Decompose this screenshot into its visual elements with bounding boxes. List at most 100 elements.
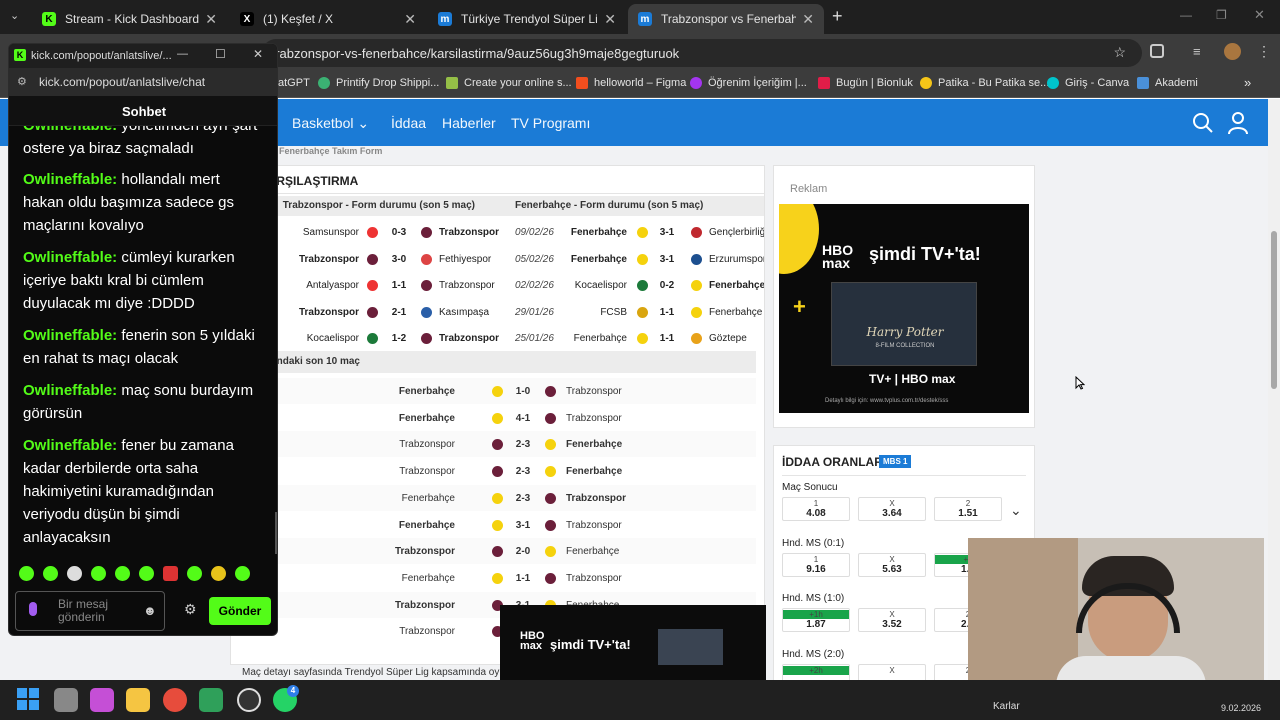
h2h-row[interactable]: /24Trabzonspor2-3Fenerbahçe: [231, 458, 756, 484]
tab-kick-dashboard[interactable]: K Stream - Kick Dashboard ✕: [32, 4, 227, 34]
address-bar[interactable]: /trabzonspor-vs-fenerbahce/karsilastirma…: [262, 39, 1142, 67]
form-row[interactable]: /26Kocaelispor1-2Trabzonspor25/01/26Fene…: [231, 325, 764, 351]
bookmark-shopify[interactable]: Create your online s...: [446, 77, 572, 89]
emote-icon[interactable]: [211, 566, 226, 581]
chrome-icon[interactable]: [163, 688, 187, 712]
start-windows-icon[interactable]: [17, 688, 41, 712]
popout-close-button[interactable]: ✕: [253, 47, 263, 61]
tab-trabzonspor-vs-fenerbahce[interactable]: m Trabzonspor vs Fenerbahçe, Tak ✕: [628, 4, 824, 34]
chat-username[interactable]: Owlineffable:: [23, 437, 117, 454]
microphone-icon[interactable]: [29, 602, 37, 616]
person-body: [1056, 656, 1206, 680]
store-icon[interactable]: [199, 688, 223, 712]
floating-hbo-logo: HBO max: [520, 630, 545, 652]
bookmark-canva[interactable]: Giriş - Canva: [1047, 77, 1129, 89]
h2h-row[interactable]: /23Fenerbahçe2-3Trabzonspor: [231, 484, 756, 511]
bookmark-patika[interactable]: Patika - Bu Patika se...: [920, 77, 1049, 89]
bookmark-printify[interactable]: Printify Drop Shippi...: [318, 77, 439, 89]
chat-scrollbar[interactable]: [275, 512, 277, 554]
h2h-row[interactable]: /22Trabzonspor2-0Fenerbahçe: [231, 538, 756, 565]
task-view-icon[interactable]: [54, 688, 78, 712]
tab-search-icon[interactable]: ⌄: [10, 9, 19, 22]
odds-button[interactable]: X 3.52: [858, 608, 926, 632]
site-settings-icon[interactable]: ⚙: [17, 75, 27, 88]
team-logo-icon: [545, 412, 556, 424]
chat-settings-icon[interactable]: ⚙: [184, 601, 197, 618]
menu-icon[interactable]: ⋮: [1257, 43, 1271, 60]
bookmark-ogrenim[interactable]: Öğrenim İçeriğim |...: [690, 77, 807, 89]
tab-x-explore[interactable]: X (1) Keşfet / X ✕: [230, 4, 426, 34]
bookmark-akademi[interactable]: Akademi: [1137, 77, 1198, 89]
odds-button[interactable]: X 3.64: [858, 497, 926, 521]
bookmark-star-icon[interactable]: ☆: [1113, 44, 1126, 61]
profile-avatar[interactable]: [1224, 43, 1241, 60]
bookmark-figma[interactable]: helloworld – Figma: [576, 77, 686, 89]
popout-minimize-button[interactable]: —: [177, 48, 188, 60]
floating-ad[interactable]: HBO max şimdi TV+'ta!: [500, 605, 766, 680]
nav-haberler[interactable]: Haberler: [442, 115, 496, 131]
close-icon[interactable]: ✕: [802, 11, 814, 28]
user-icon[interactable]: [1227, 111, 1249, 135]
h2h-row[interactable]: /23Fenerbahçe3-1Trabzonspor: [231, 512, 756, 538]
nav-iddaa[interactable]: İddaa: [391, 115, 426, 131]
form-row[interactable]: /26Trabzonspor3-0Fethiyespor05/02/26Fene…: [231, 246, 764, 272]
ad-banner[interactable]: HBO max şimdi TV+'ta! + Harry Potter 8-F…: [779, 204, 1029, 413]
popout-maximize-button[interactable]: ☐: [215, 47, 226, 61]
window-close-button[interactable]: ✕: [1254, 7, 1265, 23]
chat-username[interactable]: Owlineffable:: [23, 126, 117, 134]
extensions-icon[interactable]: [1150, 44, 1164, 58]
obs-icon[interactable]: [237, 688, 261, 712]
emote-icon[interactable]: [67, 566, 82, 581]
emote-icon[interactable]: [19, 566, 34, 581]
odds-button[interactable]: 2 1.51: [934, 497, 1002, 521]
send-button[interactable]: Gönder: [209, 597, 271, 625]
bookmark-chatgpt[interactable]: atGPT: [278, 77, 310, 89]
emoji-icon[interactable]: ☻: [143, 603, 157, 618]
minimize-button[interactable]: —: [1180, 8, 1192, 22]
chat-username[interactable]: Owlineffable:: [23, 327, 117, 344]
copilot-icon[interactable]: [90, 688, 114, 712]
maximize-button[interactable]: ❐: [1216, 8, 1227, 22]
chat-username[interactable]: Owlineffable:: [23, 249, 117, 266]
close-icon[interactable]: ✕: [604, 11, 616, 28]
emote-icon[interactable]: [235, 566, 250, 581]
form-row[interactable]: /26Trabzonspor2-1Kasımpaşa29/01/26FCSB1-…: [231, 299, 764, 325]
chevron-down-icon[interactable]: ⌄: [1010, 502, 1022, 519]
page-footer-text: Maç detayı sayfasında Trendyol Süper Lig…: [242, 667, 505, 678]
emote-icon[interactable]: [115, 566, 130, 581]
emote-icon[interactable]: [187, 566, 202, 581]
odds-button[interactable]: X 5.63: [858, 552, 926, 577]
chat-username[interactable]: Owlineffable:: [23, 171, 117, 188]
close-icon[interactable]: ✕: [205, 11, 217, 28]
nav-tv-programi[interactable]: TV Programı: [511, 115, 590, 131]
form-row[interactable]: /26Samsunspor0-3Trabzonspor09/02/26Fener…: [231, 219, 764, 245]
h2h-row[interactable]: /24Trabzonspor2-3Fenerbahçe: [231, 431, 756, 458]
odds-button[interactable]: +1h 1.87: [782, 608, 850, 632]
scrollbar-thumb[interactable]: [1271, 231, 1277, 389]
form-score: 2-1: [391, 306, 407, 318]
emote-icon[interactable]: [163, 566, 178, 581]
emote-icon[interactable]: [43, 566, 58, 581]
emote-icon[interactable]: [91, 566, 106, 581]
h2h-row[interactable]: /25Fenerbahçe1-0Trabzonspor: [231, 378, 756, 404]
h2h-row[interactable]: /25Fenerbahçe4-1Trabzonspor: [231, 405, 756, 431]
bookmark-bionluk[interactable]: Bugün | Bionluk: [818, 77, 913, 89]
emote-icon[interactable]: [139, 566, 154, 581]
file-explorer-icon[interactable]: [126, 688, 150, 712]
page-scrollbar[interactable]: [1268, 99, 1280, 680]
form-home: Samsunspor: [302, 227, 359, 238]
media-icon[interactable]: ≡: [1193, 44, 1201, 59]
new-tab-button[interactable]: +: [832, 6, 843, 27]
chat-input[interactable]: Bir mesaj gönderin ☻: [15, 591, 165, 631]
search-icon[interactable]: [1192, 112, 1214, 134]
h2h-row[interactable]: /22Fenerbahçe1-1Trabzonspor: [231, 565, 756, 591]
close-icon[interactable]: ✕: [404, 11, 416, 28]
nav-basketbol[interactable]: Basketbol ⌄: [292, 115, 369, 132]
ad-label: Reklam: [790, 183, 828, 195]
bookmarks-more-icon[interactable]: »: [1244, 75, 1251, 90]
tab-super-lig[interactable]: m Türkiye Trendyol Süper Lig 2025 ✕: [428, 4, 626, 34]
form-row[interactable]: /26Antalyaspor1-1Trabzonspor02/02/26Koca…: [231, 272, 764, 298]
chat-username[interactable]: Owlineffable:: [23, 382, 117, 399]
odds-button[interactable]: 1 9.16: [782, 552, 850, 577]
odds-button[interactable]: 1 4.08: [782, 497, 850, 521]
